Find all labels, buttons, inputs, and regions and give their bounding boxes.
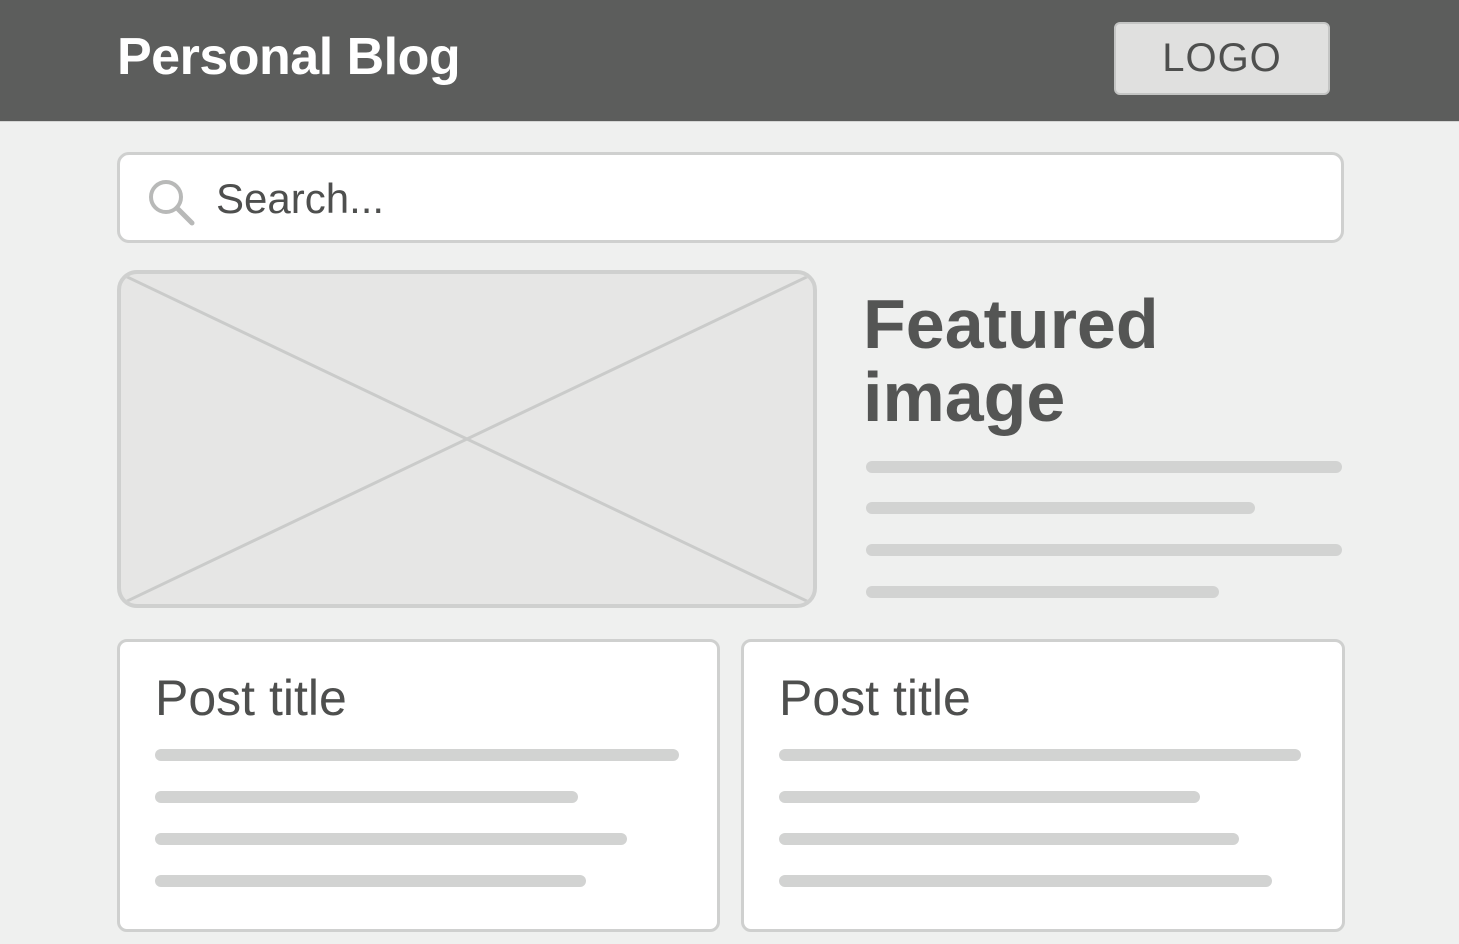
- image-placeholder-icon: [121, 274, 813, 604]
- post-text-line: [779, 875, 1272, 887]
- site-header: Personal Blog LOGO: [0, 0, 1459, 122]
- post-text-line: [779, 749, 1301, 761]
- search-icon: [149, 180, 195, 226]
- search-input[interactable]: [216, 169, 1306, 229]
- featured-text-line: [866, 544, 1342, 556]
- post-card[interactable]: Post title: [117, 639, 720, 932]
- featured-text-line: [866, 461, 1342, 473]
- featured-text-line: [866, 502, 1255, 514]
- post-text-line: [779, 791, 1200, 803]
- post-title[interactable]: Post title: [155, 667, 347, 729]
- post-text-line: [155, 875, 586, 887]
- post-title[interactable]: Post title: [779, 667, 971, 729]
- site-title[interactable]: Personal Blog: [117, 25, 461, 89]
- post-text-line: [155, 749, 679, 761]
- featured-text-line: [866, 586, 1219, 598]
- logo-button[interactable]: LOGO: [1114, 22, 1330, 95]
- search-bar[interactable]: [117, 152, 1344, 243]
- post-text-line: [779, 833, 1239, 845]
- post-text-line: [155, 833, 627, 845]
- post-text-line: [155, 791, 578, 803]
- featured-heading[interactable]: Featured image: [863, 288, 1303, 434]
- post-card[interactable]: Post title: [741, 639, 1345, 932]
- featured-image-placeholder[interactable]: [117, 270, 817, 608]
